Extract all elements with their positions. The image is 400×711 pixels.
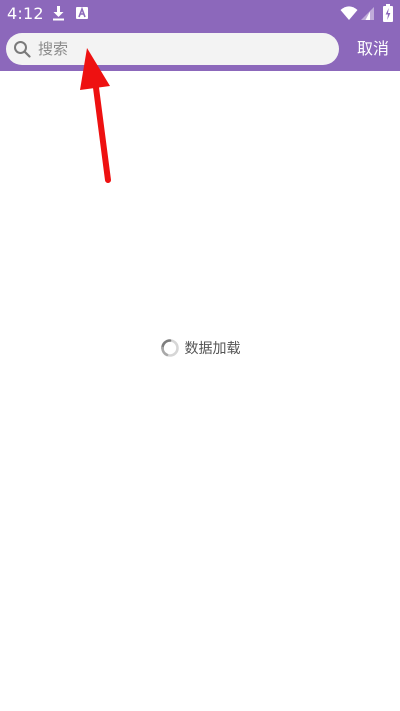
- text-a-icon: [76, 7, 88, 19]
- battery-charging-icon: [383, 4, 393, 22]
- wifi-icon: [340, 6, 358, 21]
- spinner-icon: [160, 339, 179, 357]
- loading-indicator: 数据加载: [0, 337, 400, 359]
- cellular-signal-icon: [361, 7, 374, 20]
- status-bar: 4:12: [0, 0, 400, 27]
- cancel-button[interactable]: 取消: [351, 36, 395, 62]
- search-toolbar: 取消: [0, 27, 400, 71]
- search-icon: [14, 41, 31, 58]
- search-box[interactable]: [6, 33, 339, 65]
- download-icon: [53, 6, 64, 21]
- status-time: 4:12: [7, 4, 44, 23]
- search-input[interactable]: [38, 33, 328, 65]
- loading-text: 数据加载: [184, 341, 241, 357]
